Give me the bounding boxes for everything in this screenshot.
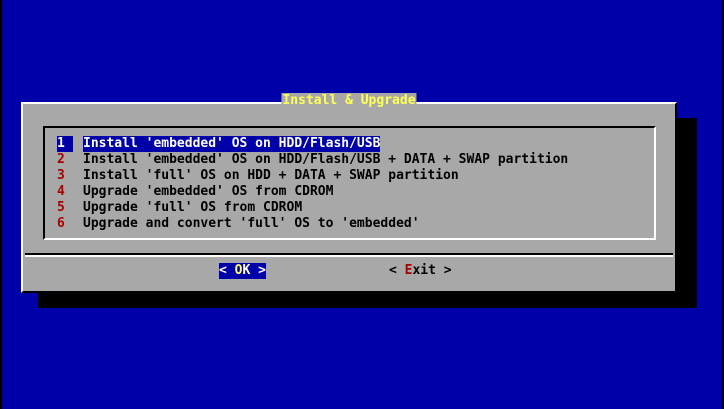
menu-item-tag: 2 (57, 152, 65, 167)
menu-box: 1 Install 'embedded' OS on HDD/Flash/USB … (43, 126, 656, 240)
ok-button[interactable]: < OK > (219, 263, 266, 279)
ok-close-bracket: > (250, 263, 266, 278)
exit-label-rest: xit (412, 263, 436, 278)
menu-item-label: Upgrade 'embedded' OS from CDROM (83, 184, 334, 199)
menu-item-label: Install 'embedded' OS on HDD/Flash/USB +… (83, 152, 569, 167)
menu-item-tag: 3 (57, 168, 65, 183)
menu-item-install-embedded[interactable]: 1 Install 'embedded' OS on HDD/Flash/USB (57, 136, 568, 152)
menu-item-tag: 6 (57, 216, 65, 231)
exit-open-bracket: < (389, 263, 405, 278)
menu-item-tag: 4 (57, 184, 65, 199)
exit-close-bracket: > (435, 263, 452, 278)
menu-item-label: Install 'full' OS on HDD + DATA + SWAP p… (83, 168, 459, 183)
menu-item-upgrade-convert[interactable]: 6 Upgrade and convert 'full' OS to 'embed… (57, 216, 568, 232)
menu-item-upgrade-full[interactable]: 5 Upgrade 'full' OS from CDROM (57, 200, 568, 216)
menu-list: 1 Install 'embedded' OS on HDD/Flash/USB … (57, 136, 568, 232)
menu-item-upgrade-embedded[interactable]: 4 Upgrade 'embedded' OS from CDROM (57, 184, 568, 200)
button-separator (25, 253, 673, 257)
menu-item-install-full[interactable]: 3 Install 'full' OS on HDD + DATA + SWAP … (57, 168, 568, 184)
menu-item-tag: 1 (57, 136, 73, 152)
menu-item-label: Install 'embedded' OS on HDD/Flash/USB (83, 136, 381, 152)
button-row: < OK > < Exit > (23, 263, 675, 279)
menu-item-label: Upgrade and convert 'full' OS to 'embedd… (83, 216, 420, 231)
dialog-title: Install & Upgrade (281, 93, 417, 109)
menu-item-install-embedded-data-swap[interactable]: 2 Install 'embedded' OS on HDD/Flash/USB … (57, 152, 568, 168)
ok-open-bracket: < (219, 263, 235, 278)
menu-item-label: Upgrade 'full' OS from CDROM (83, 200, 303, 215)
exit-button[interactable]: < Exit > (389, 263, 452, 279)
install-upgrade-dialog: Install & Upgrade 1 Install 'embedded' OS… (21, 93, 677, 293)
menu-item-tag: 5 (57, 200, 65, 215)
